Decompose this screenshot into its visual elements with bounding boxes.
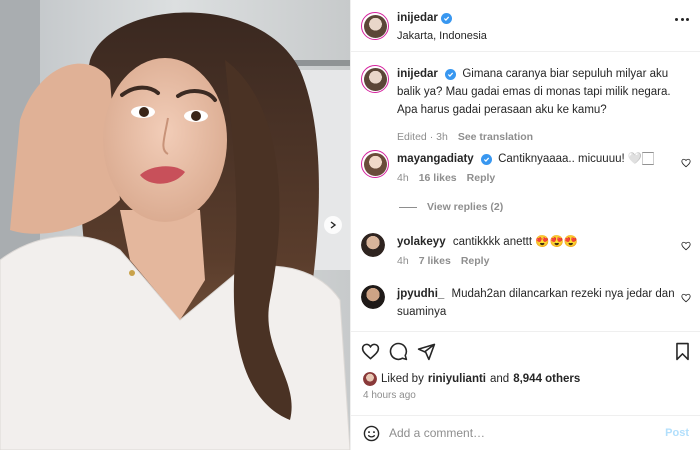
carousel-next-icon[interactable]	[324, 216, 342, 234]
comment-text-block: yolakeyy cantikkkk anettt 😍😍😍	[397, 233, 682, 251]
comment-likes[interactable]: 7 likes	[419, 255, 451, 267]
caption-text: Gimana caranya biar sepuluh milyar aku b…	[397, 68, 671, 116]
likes-summary: Liked by riniyulianti and 8,944 others	[363, 372, 580, 386]
see-translation-link[interactable]: See translation	[458, 131, 533, 143]
commenter-username[interactable]: jpyudhi_	[397, 288, 444, 300]
more-icon[interactable]	[675, 18, 689, 21]
add-comment-bar: Post	[351, 415, 700, 450]
portrait-image	[0, 0, 350, 450]
verified-icon	[440, 12, 452, 24]
post-details-panel: inijedar Jakarta, Indonesia inijedar Gim…	[350, 0, 700, 450]
caption-avatar[interactable]	[361, 65, 389, 93]
caption-username[interactable]: inijedar	[397, 68, 438, 80]
likes-others-link[interactable]: 8,944 others	[513, 373, 580, 385]
caption-text-block: inijedar Gimana caranya biar sepuluh mil…	[397, 65, 682, 119]
comments-list: inijedar Gimana caranya biar sepuluh mil…	[351, 53, 700, 331]
post-modal: inijedar Jakarta, Indonesia inijedar Gim…	[0, 0, 700, 450]
liker-avatar[interactable]	[363, 372, 377, 386]
heart-icon[interactable]	[361, 342, 380, 364]
post-photo[interactable]	[0, 0, 350, 450]
comment-time: 4h	[397, 255, 409, 267]
verified-icon	[480, 154, 492, 165]
post-actions	[351, 331, 700, 371]
liker-username[interactable]: riniyulianti	[428, 373, 486, 385]
post-location[interactable]: Jakarta, Indonesia	[397, 30, 487, 42]
share-icon[interactable]	[417, 342, 436, 364]
comment-likes[interactable]: 16 likes	[419, 172, 457, 184]
post-timestamp[interactable]: 4 hours ago	[363, 390, 416, 401]
comment-icon[interactable]	[389, 342, 408, 364]
comment-text: cantikkkk anettt 😍😍😍	[452, 236, 579, 248]
comment-meta: 4h 7 likes Reply	[397, 255, 489, 267]
caption-meta: Edited · 3h See translation	[397, 131, 533, 143]
likes-and: and	[490, 373, 510, 385]
commenter-avatar[interactable]	[361, 150, 389, 178]
commenter-avatar[interactable]	[361, 233, 385, 257]
author-avatar[interactable]	[361, 12, 389, 40]
comment-text-block: jpyudhi_ Mudah2an dilancarkan rezeki nya…	[397, 285, 682, 321]
bookmark-icon[interactable]	[674, 342, 691, 364]
comment-time: 4h	[397, 172, 409, 184]
heart-icon[interactable]	[681, 240, 691, 254]
heart-icon[interactable]	[681, 157, 691, 171]
commenter-username[interactable]: mayangadiaty	[397, 153, 474, 165]
commenter-username[interactable]: yolakeyy	[397, 236, 446, 248]
comment-text-block: mayangadiaty Cantiknyaaaa.. micuuuu! 🤍🏻	[397, 150, 682, 168]
comment-input[interactable]	[389, 422, 649, 444]
commenter-avatar[interactable]	[361, 285, 385, 309]
author-username[interactable]: inijedar	[397, 12, 438, 24]
heart-icon[interactable]	[681, 292, 691, 306]
comment-meta: 4h 16 likes Reply	[397, 172, 495, 184]
comment-text: Cantiknyaaaa.. micuuuu! 🤍🏻	[498, 153, 654, 165]
reply-button[interactable]: Reply	[461, 255, 490, 267]
reply-button[interactable]: Reply	[467, 172, 496, 184]
post-comment-button[interactable]: Post	[665, 427, 689, 439]
view-replies-button[interactable]: View replies (2)	[399, 201, 503, 213]
verified-icon	[445, 69, 457, 80]
post-header: inijedar Jakarta, Indonesia	[351, 0, 700, 52]
likes-prefix: Liked by	[381, 373, 424, 385]
author-username-row: inijedar	[397, 12, 452, 24]
caption-edited-time: Edited · 3h	[397, 131, 448, 143]
emoji-icon[interactable]	[363, 425, 380, 445]
